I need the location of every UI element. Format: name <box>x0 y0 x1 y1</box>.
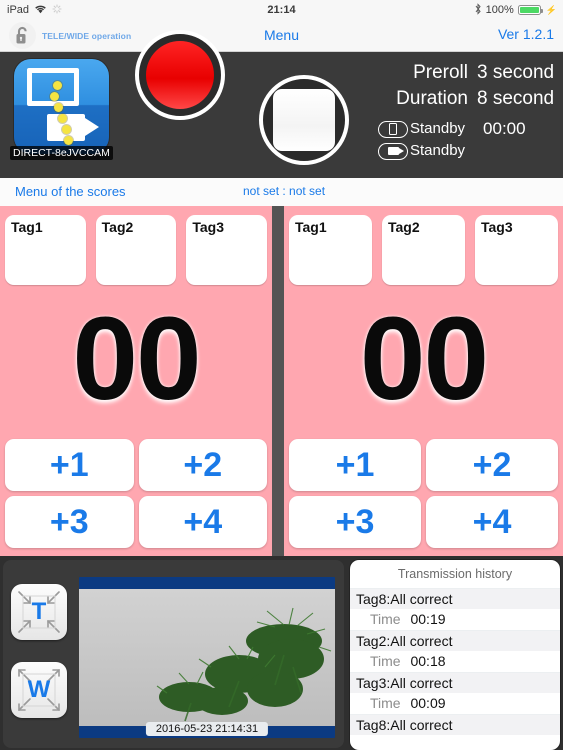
record-button[interactable] <box>135 30 225 120</box>
signal-dot <box>64 136 73 145</box>
device-status-row: Standby 00:00 <box>378 118 526 140</box>
live-preview[interactable]: 2016-05-23 21:14:31 <box>79 577 335 738</box>
history-time-label: Time <box>370 653 401 669</box>
bottom-bar: T W 2016-05-23 21:14:31 Transmission his… <box>0 556 563 750</box>
menu-button[interactable]: Menu <box>0 27 563 43</box>
score-panel-left: Tag1 Tag2 Tag3 00 +1 +2 +3 +4 <box>0 206 272 556</box>
version-label[interactable]: Ver 1.2.1 <box>498 26 554 42</box>
bluetooth-icon <box>474 2 482 18</box>
score-display-left[interactable]: 00 <box>0 300 272 418</box>
device-status-time: 00:00 <box>483 119 526 138</box>
signal-dot <box>53 81 62 90</box>
device-status-label: Standby <box>410 120 466 137</box>
tag-button[interactable]: Tag3 <box>186 215 268 285</box>
tag-row-left: Tag1 Tag2 Tag3 <box>0 215 272 285</box>
plus-grid-right: +1 +2 +3 +4 <box>284 439 563 548</box>
preroll-label: Preroll <box>413 62 468 83</box>
duration-row: Duration 8 second <box>385 86 560 112</box>
jvc-cam-app-icon[interactable] <box>14 59 109 154</box>
list-item[interactable]: Tag8:All correct <box>350 714 560 735</box>
plus-button[interactable]: +1 <box>289 439 421 491</box>
tablet-icon <box>378 120 408 138</box>
tag-button[interactable]: Tag3 <box>475 215 558 285</box>
menu-of-the-scores-link[interactable]: Menu of the scores <box>15 184 126 199</box>
tele-zoom-button[interactable]: T <box>11 584 67 640</box>
history-time-label: Time <box>370 695 401 711</box>
history-title: Transmission history <box>397 567 513 581</box>
camera-status-row: Standby <box>378 140 526 162</box>
ios-status-bar: iPad 21:14 100% ⚡ <box>0 0 563 20</box>
history-time-value: 00:19 <box>410 611 446 627</box>
camera-preview-panel: T W 2016-05-23 21:14:31 <box>3 560 344 748</box>
transmission-history-panel[interactable]: Transmission history Tag8:All correct Ti… <box>350 560 560 750</box>
plus-button[interactable]: +3 <box>5 496 134 548</box>
plus-button[interactable]: +2 <box>426 439 558 491</box>
list-item[interactable]: Tag8:All correct Time 00:19 <box>350 588 560 630</box>
status-bar-right: 100% ⚡ <box>474 2 557 18</box>
wide-zoom-button[interactable]: W <box>11 662 67 718</box>
list-item[interactable]: Tag3:All correct Time 00:09 <box>350 672 560 714</box>
charging-bolt-icon: ⚡ <box>545 4 557 15</box>
scoreboard: Tag1 Tag2 Tag3 00 +1 +2 +3 +4 Tag1 Tag2 … <box>0 206 563 556</box>
scoreboard-divider <box>272 206 284 556</box>
history-tag: Tag3:All correct <box>350 673 560 693</box>
signal-dot <box>62 125 71 134</box>
score-preset-label[interactable]: not set : not set <box>243 184 325 198</box>
plus-button[interactable]: +1 <box>5 439 134 491</box>
battery-icon <box>517 5 543 15</box>
preroll-value: 3 second <box>477 62 555 83</box>
stop-button[interactable] <box>259 75 349 165</box>
record-dot-icon <box>146 41 214 109</box>
history-time-row: Time 00:19 <box>350 609 560 630</box>
battery-percent-label: 100% <box>485 4 514 16</box>
history-tag: Tag8:All correct <box>350 589 560 609</box>
connection-name-label: DIRECT-8eJVCCAM <box>10 146 113 160</box>
preview-image <box>79 589 335 726</box>
app-toolbar: TELE/WIDE operation Menu Ver 1.2.1 <box>0 20 563 52</box>
tag-button[interactable]: Tag2 <box>382 215 465 285</box>
app-root: iPad 21:14 100% ⚡ TELE/WIDE operation Me… <box>0 0 563 750</box>
camera-status-label: Standby <box>410 142 466 159</box>
history-time-row: Time 00:18 <box>350 651 560 672</box>
tele-zoom-label: T <box>31 598 47 625</box>
plus-button[interactable]: +2 <box>138 439 267 491</box>
preview-timestamp: 2016-05-23 21:14:31 <box>145 722 269 736</box>
plus-button[interactable]: +4 <box>138 496 267 548</box>
score-display-right[interactable]: 00 <box>284 300 563 418</box>
camera-control-bar: DIRECT-8eJVCCAM Preroll 3 second Duratio… <box>0 30 563 178</box>
tag-button[interactable]: Tag2 <box>95 215 177 285</box>
history-time-value: 00:18 <box>410 653 446 669</box>
tag-button[interactable]: Tag1 <box>289 215 372 285</box>
tag-row-right: Tag1 Tag2 Tag3 <box>284 215 563 285</box>
list-item[interactable]: Tag2:All correct Time 00:18 <box>350 630 560 672</box>
wide-zoom-label: W <box>27 676 51 703</box>
tag-button[interactable]: Tag1 <box>5 215 86 285</box>
timing-settings: Preroll 3 second Duration 8 second <box>385 60 560 112</box>
device-status-block: Standby 00:00 Standby <box>378 118 526 162</box>
signal-dot <box>58 114 67 123</box>
duration-value: 8 second <box>477 88 555 109</box>
history-time-row: Time 00:09 <box>350 693 560 714</box>
score-menu-bar: Menu of the scores not set : not set <box>0 178 563 206</box>
camcorder-icon <box>378 142 408 160</box>
stop-square-icon <box>273 89 335 151</box>
plus-button[interactable]: +4 <box>426 496 558 548</box>
duration-label: Duration <box>396 88 468 109</box>
history-tag: Tag2:All correct <box>350 631 560 651</box>
signal-dot <box>54 103 63 112</box>
preroll-row: Preroll 3 second <box>385 60 560 86</box>
history-time-value: 00:09 <box>410 695 446 711</box>
plus-grid-left: +1 +2 +3 +4 <box>0 439 272 548</box>
history-tag: Tag8:All correct <box>350 715 560 735</box>
score-panel-right: Tag1 Tag2 Tag3 00 +1 +2 +3 +4 <box>284 206 563 556</box>
history-time-label: Time <box>370 611 401 627</box>
plus-button[interactable]: +3 <box>289 496 421 548</box>
signal-dot <box>50 92 59 101</box>
